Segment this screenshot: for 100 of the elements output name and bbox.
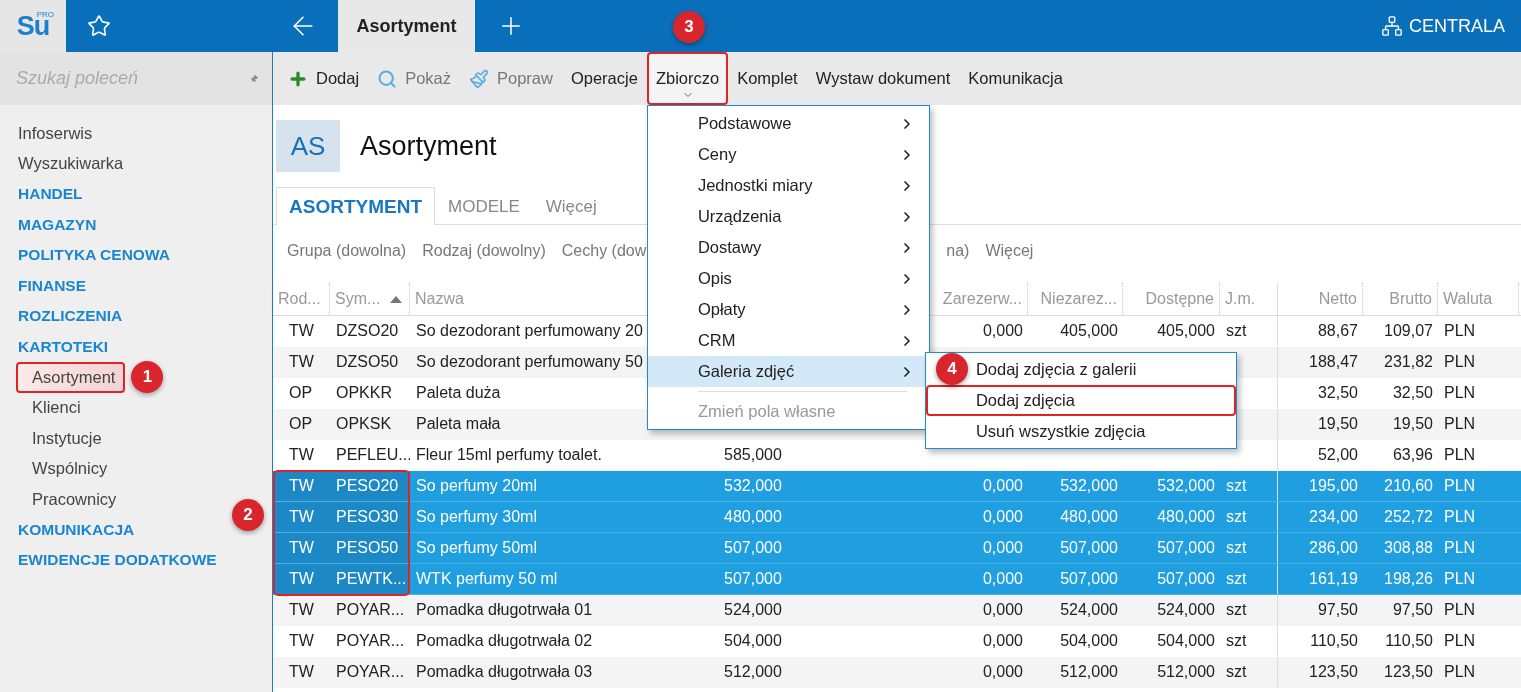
table-cell-text: 504,000 xyxy=(723,632,782,650)
table-cell: 0,000 xyxy=(982,322,1023,340)
table-cell-text: TW xyxy=(288,322,314,340)
table-cell: Paleta mała xyxy=(416,415,501,433)
table-cell: 0,000 xyxy=(982,632,1023,650)
table-cell-text: TW xyxy=(288,477,314,495)
table-cell: PLN xyxy=(1444,477,1476,495)
table-cell: 308,88 xyxy=(1384,539,1433,557)
table-cell-text: 507,000 xyxy=(723,570,782,588)
table-cell: 123,50 xyxy=(1384,663,1433,681)
table-cell: PLN xyxy=(1444,601,1476,619)
table-cell: 195,00 xyxy=(1309,477,1358,495)
table-cell: 480,000 xyxy=(1157,508,1215,526)
table-cell: 63,96 xyxy=(1392,446,1433,464)
table-cell: So dezodorant perfumowany 50 xyxy=(416,353,643,371)
table-cell: PEWTK... xyxy=(336,570,407,588)
table-cell: 0,000 xyxy=(982,477,1023,495)
table-cell: POYAR... xyxy=(336,632,405,650)
table-cell-text: TW xyxy=(288,570,314,588)
table-cell: So dezodorant perfumowany 20 xyxy=(416,322,643,340)
table-cell-text: TW xyxy=(288,663,314,681)
table-cell: 234,00 xyxy=(1309,508,1358,526)
table-cell-text: TW xyxy=(288,601,314,619)
table-cell: 0,000 xyxy=(982,508,1023,526)
table-cell: 210,60 xyxy=(1384,477,1433,495)
table-cell: PLN xyxy=(1444,539,1476,557)
table-cell: 512,000 xyxy=(1157,663,1215,681)
table-cell: So perfumy 50ml xyxy=(416,539,537,557)
table-cell-text: 585,000 xyxy=(723,446,782,464)
table-cell: 97,50 xyxy=(1317,601,1358,619)
table-cell-text: TW xyxy=(288,632,314,650)
table-cell: PLN xyxy=(1444,322,1476,340)
table-cell: 0,000 xyxy=(982,601,1023,619)
table-cell-text: TW xyxy=(288,508,314,526)
table-cell-text: OP xyxy=(288,415,313,433)
table-cell: szt xyxy=(1226,601,1247,619)
table-cell: PEFLEU... xyxy=(336,446,410,464)
table-cell: PESO20 xyxy=(336,477,399,495)
table-cell: 512,000 xyxy=(1060,663,1118,681)
table-cell: DZSO20 xyxy=(336,322,399,340)
table-cell: Fleur 15ml perfumy toalet. xyxy=(416,446,602,464)
table-cell: 19,50 xyxy=(1317,415,1358,433)
table-cell: PLN xyxy=(1444,384,1476,402)
table-cell: 109,07 xyxy=(1384,322,1433,340)
table-cell: 405,000 xyxy=(1060,322,1118,340)
table-cell-text: 512,000 xyxy=(723,663,782,681)
table-cell: szt xyxy=(1226,539,1247,557)
table-cell: 97,50 xyxy=(1392,601,1433,619)
table-cell: Pomadka długotrwała 02 xyxy=(416,632,593,650)
table-cell-text: 532,000 xyxy=(723,477,782,495)
table-cell: 507,000 xyxy=(1060,539,1118,557)
table-cell: POYAR... xyxy=(336,663,405,681)
table-cell: 52,00 xyxy=(1317,446,1358,464)
table-cell: 507,000 xyxy=(1060,570,1118,588)
table-cell: szt xyxy=(1226,508,1247,526)
table-cell: 252,72 xyxy=(1384,508,1433,526)
table-cell: 524,000 xyxy=(1157,601,1215,619)
table-cell: 32,50 xyxy=(1317,384,1358,402)
table-cell: 88,67 xyxy=(1317,322,1358,340)
table-cell: 507,000 xyxy=(1157,570,1215,588)
table-cell: So perfumy 20ml xyxy=(416,477,537,495)
table-cell: PESO30 xyxy=(336,508,399,526)
table-cell-text: TW xyxy=(288,446,314,464)
table-cell: 480,000 xyxy=(1060,508,1118,526)
table-cell-text: 507,000 xyxy=(723,539,782,557)
table-cell: 0,000 xyxy=(982,539,1023,557)
table-cell: PESO50 xyxy=(336,539,399,557)
table-cell: So perfumy 30ml xyxy=(416,508,537,526)
page-title: Asortyment xyxy=(360,130,497,162)
table-cell: PLN xyxy=(1444,415,1476,433)
table-cell: OPKSK xyxy=(336,415,392,433)
table-cell-text: TW xyxy=(288,539,314,557)
table-cell: szt xyxy=(1226,632,1247,650)
table-cell: 532,000 xyxy=(1060,477,1118,495)
table-cell: 110,50 xyxy=(1310,632,1358,650)
table-cell: 110,50 xyxy=(1385,632,1433,650)
table-cell: PLN xyxy=(1444,353,1476,371)
table-cell: Paleta duża xyxy=(416,384,501,402)
table-cell: 286,00 xyxy=(1309,539,1358,557)
table-cell: PLN xyxy=(1444,570,1476,588)
table-cell-text: OP xyxy=(288,384,313,402)
table-cell: 32,50 xyxy=(1392,384,1433,402)
table-cell: szt xyxy=(1226,322,1247,340)
table-cell: WTK perfumy 50 ml xyxy=(416,570,558,588)
table-cell-text: 524,000 xyxy=(723,601,782,619)
table-cell: 19,50 xyxy=(1392,415,1433,433)
table-cell: 524,000 xyxy=(1060,601,1118,619)
table-cell: 532,000 xyxy=(1157,477,1215,495)
table-cell: Pomadka długotrwała 01 xyxy=(416,601,593,619)
table-cell: 504,000 xyxy=(1060,632,1118,650)
table-cell: 188,47 xyxy=(1309,353,1358,371)
table-cell: OPKKR xyxy=(336,384,392,402)
table-cell-text: TW xyxy=(288,353,314,371)
table-cell: 123,50 xyxy=(1309,663,1358,681)
module-badge: AS xyxy=(276,120,340,172)
table-cell: szt xyxy=(1226,663,1247,681)
table-cell: 0,000 xyxy=(982,570,1023,588)
table-cell: 161,19 xyxy=(1309,570,1358,588)
table-cell: DZSO50 xyxy=(336,353,399,371)
table-cell: POYAR... xyxy=(336,601,405,619)
